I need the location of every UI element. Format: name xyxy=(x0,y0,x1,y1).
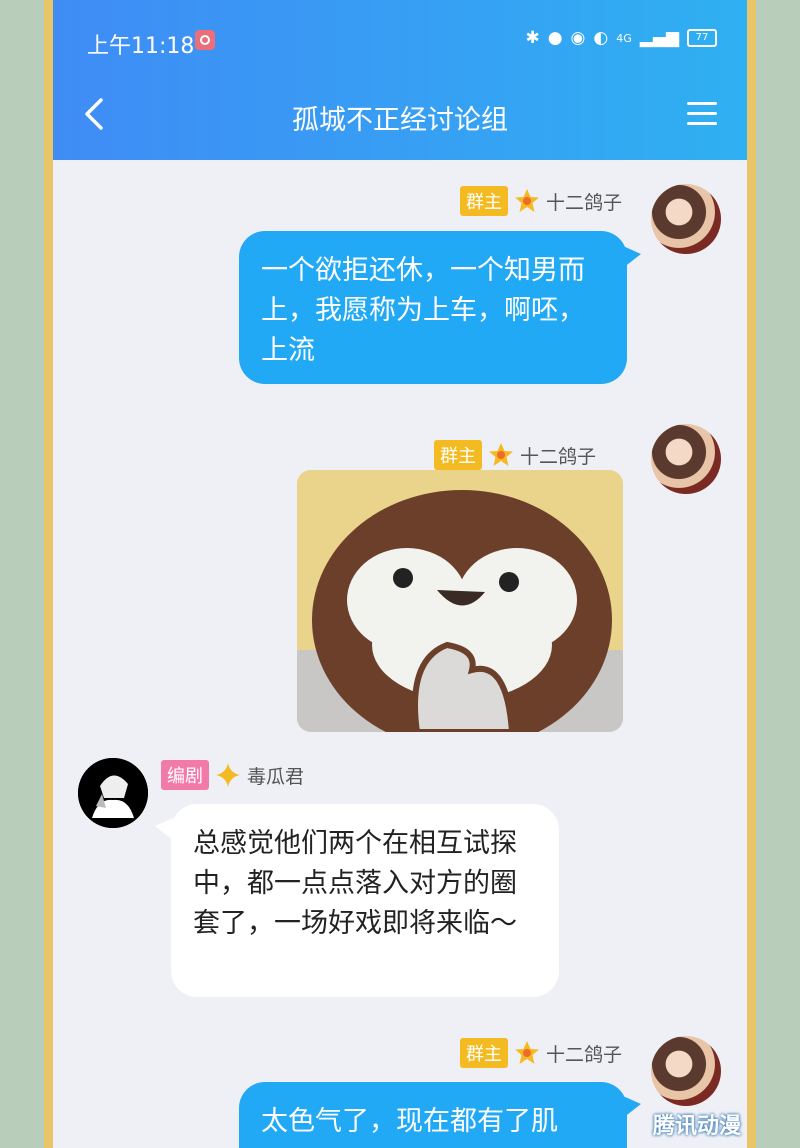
star-icon xyxy=(515,1041,539,1064)
message-bubble: 一个欲拒还休，一个知男而上，我愿称为上车，啊呸，上流 xyxy=(239,231,627,384)
message-bubble: 太色气了，现在都有了肌 xyxy=(239,1082,627,1148)
penguin-sticker[interactable] xyxy=(297,470,623,732)
message-meta: 群主 十二鸽子 xyxy=(460,1038,622,1068)
owner-badge: 群主 xyxy=(460,186,508,216)
sender-name: 十二鸽子 xyxy=(520,445,597,468)
star-icon xyxy=(489,443,513,466)
penguin-face-icon xyxy=(297,470,623,732)
app-icon: ◉ xyxy=(570,28,586,48)
star-icon xyxy=(515,189,539,212)
bubble-tail xyxy=(623,246,641,268)
sender-name: 十二鸽子 xyxy=(546,191,623,214)
menu-icon[interactable] xyxy=(687,100,717,128)
avatar[interactable] xyxy=(651,1036,721,1106)
mic-icon: ● xyxy=(547,28,563,48)
avatar[interactable] xyxy=(651,424,721,494)
status-time: 上午11:18 xyxy=(87,34,195,59)
message-meta: 编剧 毒瓜君 xyxy=(161,760,304,790)
battery-level: 77 xyxy=(695,32,709,43)
sparkle-icon xyxy=(216,763,240,787)
chat-title: 孤城不正经讨论组 xyxy=(292,105,508,136)
bubble-tail xyxy=(155,818,173,840)
owner-badge: 群主 xyxy=(460,1038,508,1068)
sender-name: 十二鸽子 xyxy=(546,1043,623,1066)
message-bubble: 总感觉他们两个在相互试探中，都一点点落入对方的圈套了，一场好戏即将来临～ xyxy=(171,804,559,997)
data-saver-icon: ◐ xyxy=(593,28,609,48)
top-bar: 上午11:18 ✱ ● ◉ ◐ 4G ▂▄▆ 77 孤城不正经讨论组 xyxy=(53,0,747,160)
sender-name: 毒瓜君 xyxy=(247,765,305,788)
nav-bar: 孤城不正经讨论组 xyxy=(53,88,747,144)
battery-icon: 77 xyxy=(687,29,717,47)
phone-frame: 上午11:18 ✱ ● ◉ ◐ 4G ▂▄▆ 77 孤城不正经讨论组 群主 十二… xyxy=(44,0,756,1148)
network-label: 4G xyxy=(616,31,632,45)
message-meta: 群主 十二鸽子 xyxy=(434,440,596,470)
status-icons: ✱ ● ◉ ◐ 4G ▂▄▆ 77 xyxy=(525,28,717,48)
signal-icon: ▂▄▆ xyxy=(639,28,679,48)
avatar[interactable] xyxy=(651,184,721,254)
avatar[interactable] xyxy=(78,758,148,828)
owner-badge: 群主 xyxy=(434,440,482,470)
status-bar: 上午11:18 ✱ ● ◉ ◐ 4G ▂▄▆ 77 xyxy=(53,22,747,62)
bubble-tail xyxy=(623,1096,641,1118)
watermark: 腾讯动漫 xyxy=(652,1114,741,1139)
screen-record-icon xyxy=(195,30,215,50)
character-avatar-icon xyxy=(78,758,148,828)
chat-screen: 上午11:18 ✱ ● ◉ ◐ 4G ▂▄▆ 77 孤城不正经讨论组 群主 十二… xyxy=(53,0,747,1148)
writer-badge: 编剧 xyxy=(161,760,209,790)
bluetooth-icon: ✱ xyxy=(525,28,540,48)
message-meta: 群主 十二鸽子 xyxy=(460,186,622,216)
